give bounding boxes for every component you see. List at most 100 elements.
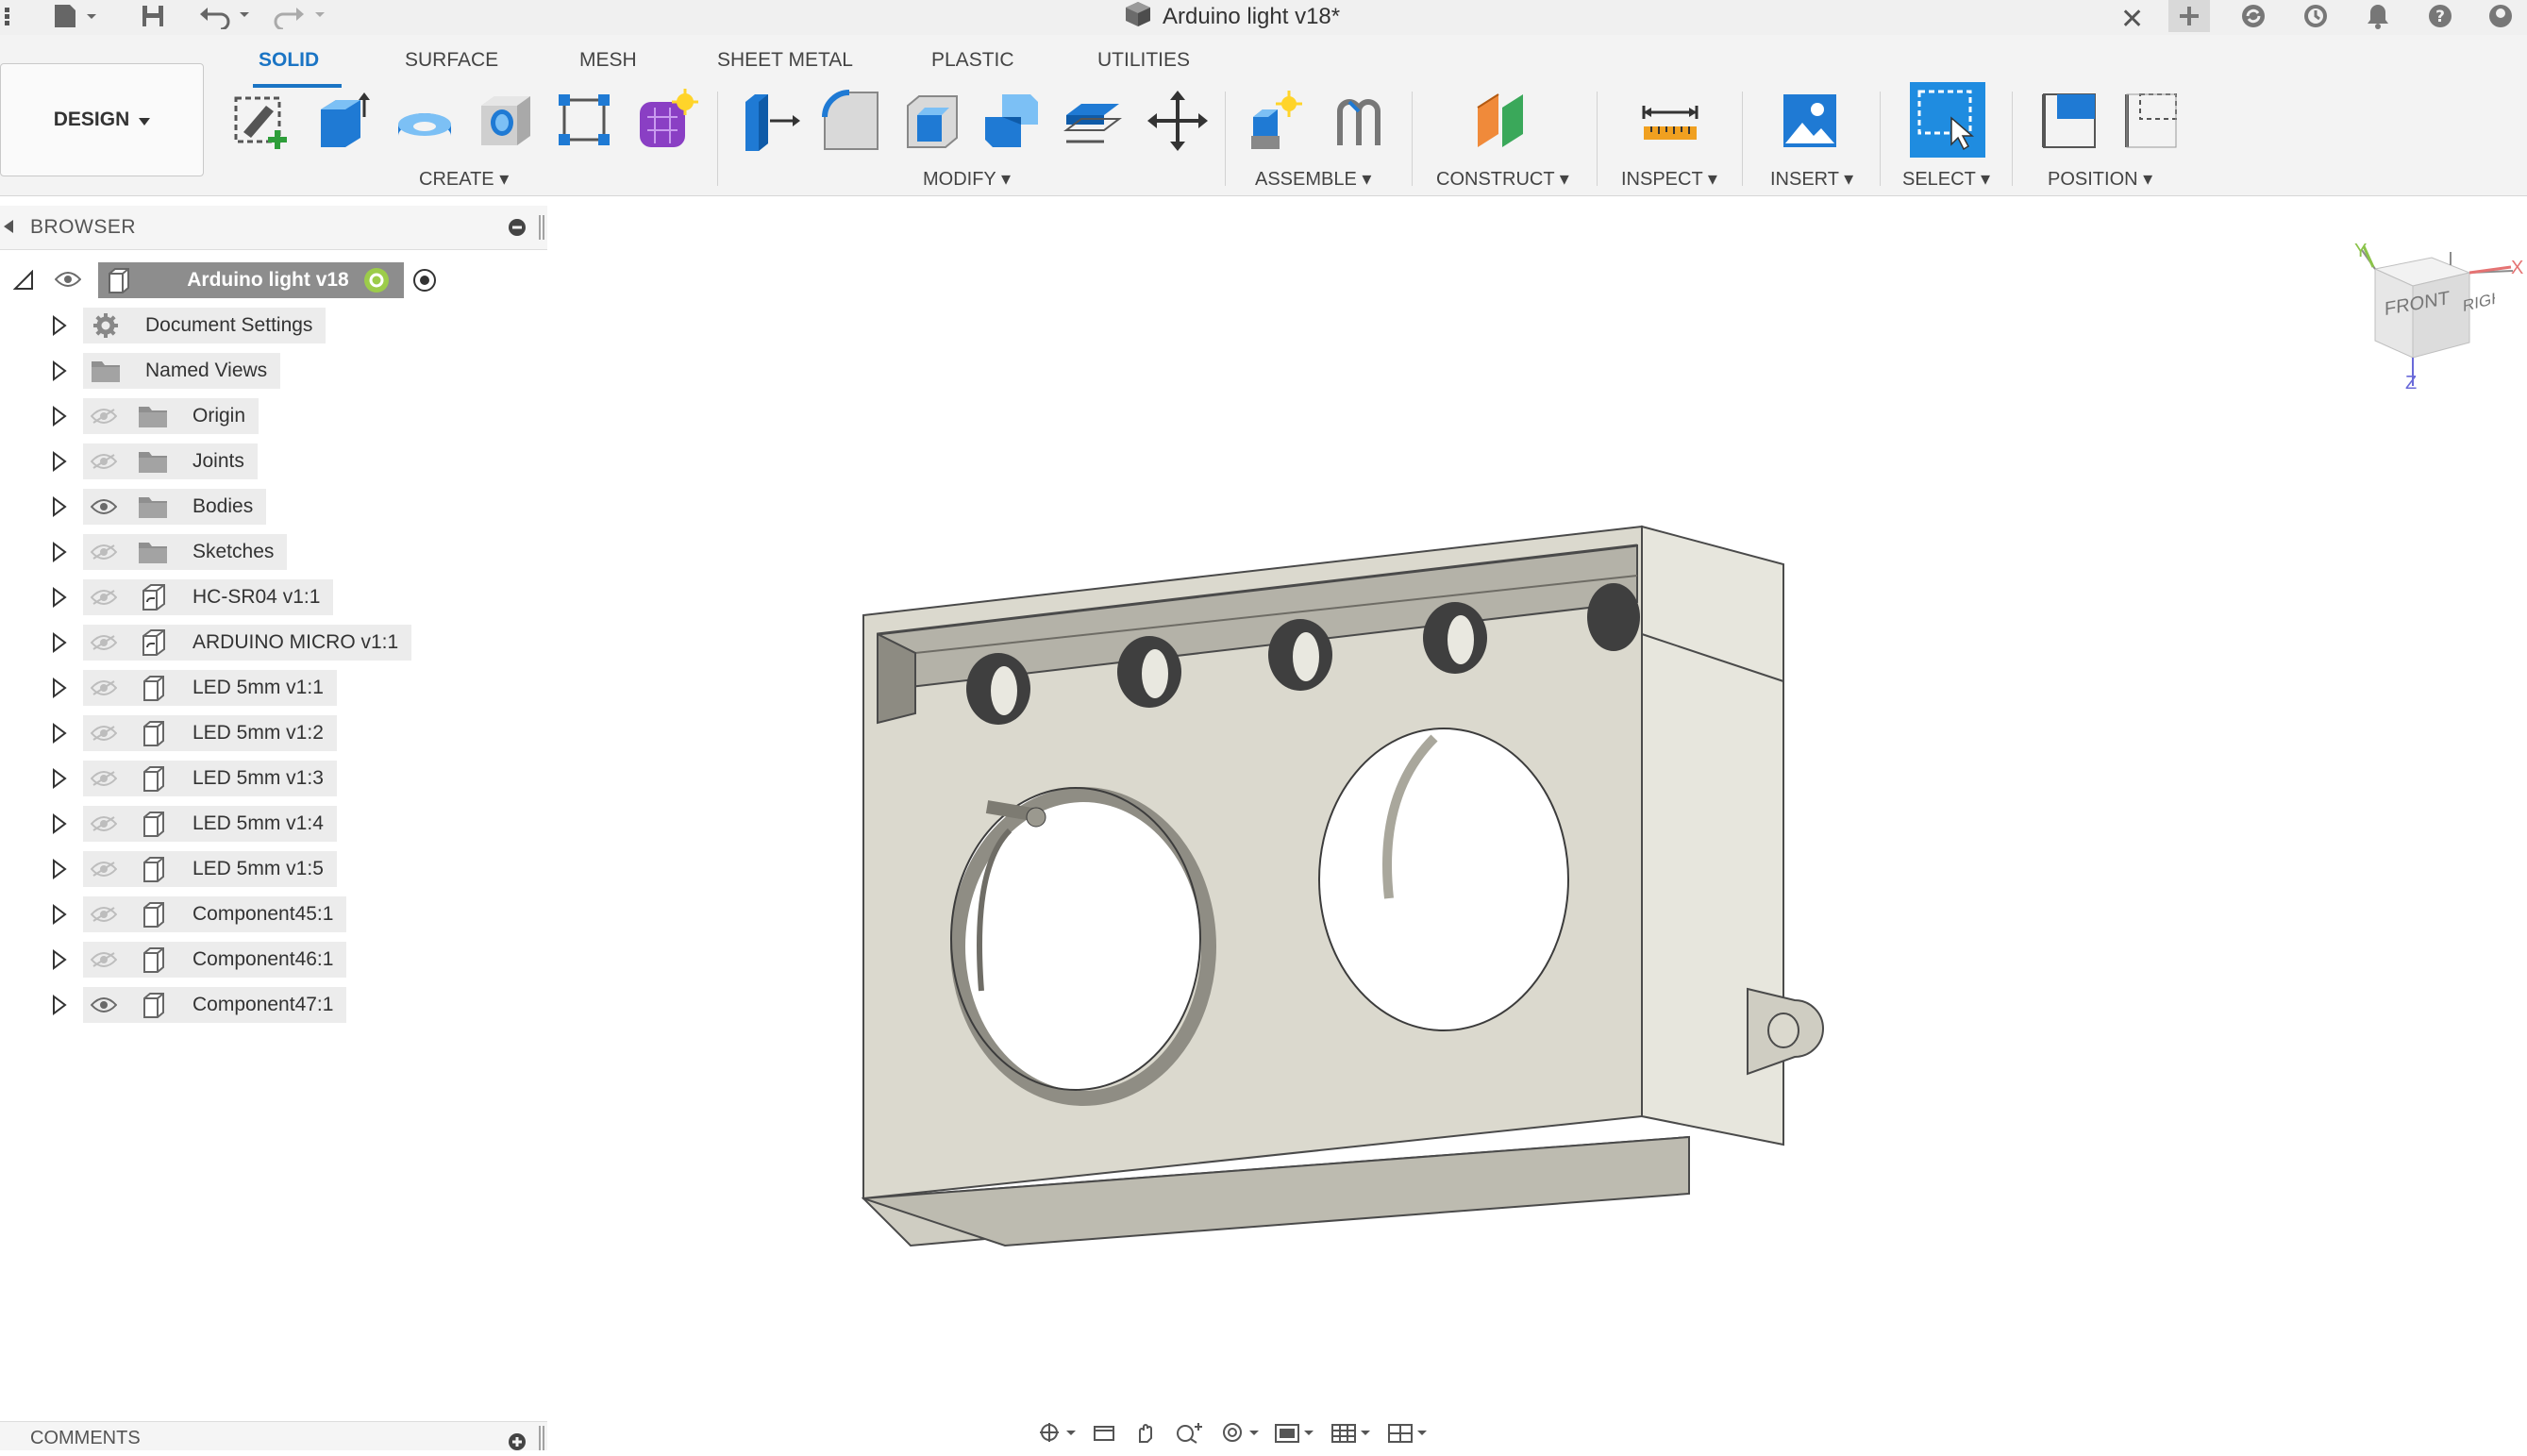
expand-arrow-icon[interactable] xyxy=(47,624,72,661)
collapse-root-icon[interactable] xyxy=(12,269,34,295)
help-icon[interactable]: ? xyxy=(2419,0,2461,32)
undo-icon[interactable] xyxy=(193,0,255,32)
file-icon[interactable] xyxy=(47,0,104,32)
position-group-label[interactable]: POSITION ▾ xyxy=(2048,167,2152,191)
profile-icon[interactable] xyxy=(2480,0,2521,32)
expand-arrow-icon[interactable] xyxy=(47,805,72,843)
activate-badge-icon[interactable] xyxy=(362,266,391,299)
collapse-panel-icon[interactable] xyxy=(4,220,15,238)
assemble-group-label[interactable]: ASSEMBLE ▾ xyxy=(1255,167,1371,191)
create-group-label[interactable]: CREATE ▾ xyxy=(419,167,509,191)
insert-group-label[interactable]: INSERT ▾ xyxy=(1770,167,1853,191)
tab-utilities[interactable]: UTILITIES xyxy=(1097,49,1190,72)
orbit-icon[interactable] xyxy=(1038,1421,1076,1448)
expand-arrow-icon[interactable] xyxy=(47,850,72,888)
pan-icon[interactable] xyxy=(1132,1421,1159,1448)
save-icon[interactable] xyxy=(134,0,172,32)
eye-icon[interactable] xyxy=(85,986,123,1024)
eye-hidden-icon[interactable] xyxy=(85,624,123,661)
browser-node[interactable]: LED 5mm v1:3 xyxy=(0,760,547,797)
browser-pin-icon[interactable] xyxy=(538,215,545,244)
joint-icon[interactable] xyxy=(1325,87,1393,155)
browser-node[interactable]: Sketches xyxy=(0,533,547,571)
eye-hidden-icon[interactable] xyxy=(85,760,123,797)
expand-arrow-icon[interactable] xyxy=(47,352,72,390)
expand-arrow-icon[interactable] xyxy=(47,443,72,480)
combine-icon[interactable] xyxy=(978,87,1046,155)
expand-arrow-icon[interactable] xyxy=(47,307,72,344)
eye-hidden-icon[interactable] xyxy=(85,443,123,480)
eye-hidden-icon[interactable] xyxy=(85,578,123,616)
expand-arrow-icon[interactable] xyxy=(47,986,72,1024)
expand-arrow-icon[interactable] xyxy=(47,669,72,707)
eye-hidden-icon[interactable] xyxy=(85,397,123,435)
fillet-icon[interactable] xyxy=(817,87,885,155)
browser-node[interactable]: Named Views xyxy=(0,352,547,390)
insert-canvas-icon[interactable] xyxy=(1776,87,1844,155)
capture-position-icon[interactable] xyxy=(2034,87,2102,155)
pattern-icon[interactable] xyxy=(551,87,619,155)
new-tab-icon[interactable] xyxy=(2168,0,2210,32)
expand-arrow-icon[interactable] xyxy=(47,760,72,797)
tab-plastic[interactable]: PLASTIC xyxy=(931,49,1014,72)
look-at-icon[interactable] xyxy=(1091,1421,1117,1448)
browser-node[interactable]: Component45:1 xyxy=(0,895,547,933)
sync-icon[interactable] xyxy=(2233,0,2274,32)
construct-group-label[interactable]: CONSTRUCT ▾ xyxy=(1436,167,1569,191)
comments-pin-icon[interactable] xyxy=(538,1426,545,1455)
revert-position-icon[interactable] xyxy=(2116,87,2184,155)
close-document-icon[interactable]: ✕ xyxy=(2120,3,2144,36)
browser-node[interactable]: Document Settings xyxy=(0,307,547,344)
browser-root-node[interactable]: Arduino light v18 xyxy=(0,261,547,299)
select-group-label[interactable]: SELECT ▾ xyxy=(1902,167,1990,191)
inspect-group-label[interactable]: INSPECT ▾ xyxy=(1621,167,1717,191)
eye-hidden-icon[interactable] xyxy=(85,533,123,571)
modify-group-label[interactable]: MODIFY ▾ xyxy=(923,167,1011,191)
workspace-switcher[interactable]: DESIGN xyxy=(0,63,204,176)
activate-radio-icon[interactable] xyxy=(411,267,438,298)
eye-hidden-icon[interactable] xyxy=(85,714,123,752)
eye-hidden-icon[interactable] xyxy=(85,669,123,707)
measure-icon[interactable] xyxy=(1636,87,1704,155)
browser-node[interactable]: Component47:1 xyxy=(0,986,547,1024)
eye-hidden-icon[interactable] xyxy=(85,895,123,933)
tab-sheet-metal[interactable]: SHEET METAL xyxy=(717,49,853,72)
eye-icon[interactable] xyxy=(85,488,123,526)
history-icon[interactable] xyxy=(2295,0,2336,32)
new-component-icon[interactable] xyxy=(1242,87,1310,155)
create-sketch-icon[interactable] xyxy=(228,87,296,155)
notifications-icon[interactable] xyxy=(2357,0,2399,32)
add-comment-icon[interactable] xyxy=(508,1432,527,1456)
fit-icon[interactable] xyxy=(1221,1421,1259,1448)
redo-icon[interactable] xyxy=(269,0,330,32)
create-form-icon[interactable] xyxy=(632,87,700,155)
tab-surface[interactable]: SURFACE xyxy=(405,49,498,72)
eye-icon[interactable] xyxy=(54,271,82,293)
browser-node[interactable]: HC-SR04 v1:1 xyxy=(0,578,547,616)
browser-minimize-icon[interactable] xyxy=(508,218,527,242)
extrude-icon[interactable] xyxy=(310,87,377,155)
press-pull-icon[interactable] xyxy=(736,87,804,155)
expand-arrow-icon[interactable] xyxy=(47,941,72,979)
browser-node[interactable]: LED 5mm v1:5 xyxy=(0,850,547,888)
shell-icon[interactable] xyxy=(898,87,966,155)
zoom-icon[interactable] xyxy=(1174,1421,1206,1448)
browser-node[interactable]: Origin xyxy=(0,397,547,435)
eye-hidden-icon[interactable] xyxy=(85,941,123,979)
browser-node[interactable]: Component46:1 xyxy=(0,941,547,979)
browser-node[interactable]: ARDUINO MICRO v1:1 xyxy=(0,624,547,661)
browser-node[interactable]: Joints xyxy=(0,443,547,480)
revolve-icon[interactable] xyxy=(391,87,459,155)
browser-node[interactable]: LED 5mm v1:4 xyxy=(0,805,547,843)
tab-mesh[interactable]: MESH xyxy=(579,49,637,72)
model-viewport[interactable] xyxy=(849,510,1868,1264)
expand-arrow-icon[interactable] xyxy=(47,488,72,526)
expand-arrow-icon[interactable] xyxy=(47,397,72,435)
offset-plane-icon[interactable] xyxy=(1468,87,1536,155)
expand-arrow-icon[interactable] xyxy=(47,578,72,616)
expand-arrow-icon[interactable] xyxy=(47,895,72,933)
grid-icon[interactable] xyxy=(0,0,23,32)
eye-hidden-icon[interactable] xyxy=(85,850,123,888)
offset-face-icon[interactable] xyxy=(1059,87,1127,155)
tab-solid[interactable]: SOLID xyxy=(259,49,319,72)
